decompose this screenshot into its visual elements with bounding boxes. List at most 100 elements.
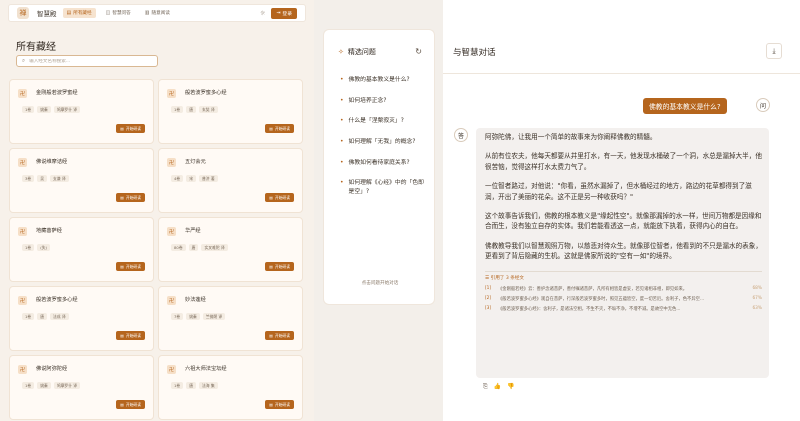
scripture-tag: 1卷 <box>22 244 35 251</box>
start-reading-button[interactable]: ▤ 开始研读 <box>265 400 294 409</box>
featured-questions-panel: ✧ 精选问题 ↻ • 佛教的基本教义是什么? • 如何培养正念? • 什么是「涅槃寂灭」?… <box>323 29 435 305</box>
search-input[interactable] <box>29 58 150 64</box>
book-open-icon: ▤ <box>269 195 273 200</box>
scripture-tag: 姚秦 <box>37 382 51 389</box>
tab-label: 所有藏经 <box>73 11 92 16</box>
scripture-tag: 实叉难陀 译 <box>201 244 228 251</box>
question-text: 佛教的基本教义是什么? <box>348 77 410 83</box>
brand-name[interactable]: 智慧殿 <box>37 8 57 18</box>
question-text: 如何理解《心经》中的「色即是空」? <box>348 180 424 195</box>
scripture-icon: 卍 <box>167 365 176 374</box>
scripture-card[interactable]: 卍 地藏菩萨经 1卷 (失) ▤ 开始研读 <box>9 217 154 282</box>
scripture-card[interactable]: 卍 金刚般若波罗蜜经 1卷 姚秦 鸠摩罗什 译 ▤ 开始研读 <box>9 79 154 144</box>
start-reading-label: 开始研读 <box>125 125 141 131</box>
citations-toggle[interactable]: ☰ 引用了 3 条经文 <box>485 275 762 281</box>
scripture-card[interactable]: 卍 妙法莲经 7卷 姚秦 竺佛朔 译 ▤ 开始研读 <box>158 286 303 351</box>
sparkle-icon: ✧ <box>338 48 344 56</box>
citation-row[interactable]: [1] 《金刚般若经》云：善护念诸菩萨，善付嘱诸菩萨，凡所有相皆是虚妄，若见诸相… <box>485 286 762 292</box>
citation-index: [3] <box>485 306 492 312</box>
book-open-icon: ▤ <box>269 402 273 407</box>
search-icon: ⌕ <box>22 57 26 64</box>
answer-paragraph: 一位智者路过，对他说："你看，虽然水漏掉了，但水桶经过的地方，路边的花草都得到了… <box>485 182 752 201</box>
citation-row[interactable]: [2] 《般若波罗蜜多心经》观自在菩萨，行深般若波罗蜜多时，照见五蕴皆空，度一切… <box>485 296 762 302</box>
download-button[interactable]: ⤓ <box>766 43 782 59</box>
scripture-tag: 1卷 <box>171 382 184 389</box>
scripture-tag: 法海 集 <box>199 382 218 389</box>
divider <box>443 73 800 74</box>
scripture-card[interactable]: 卍 佛说阿弥陀经 1卷 姚秦 鸠摩罗什 译 ▤ 开始研读 <box>9 355 154 420</box>
start-reading-button[interactable]: ▤ 开始研读 <box>265 262 294 271</box>
tab-wisdom-qa[interactable]: ◫ 智慧问答 <box>102 8 135 18</box>
scripture-tag: 3卷 <box>22 175 35 182</box>
start-reading-button[interactable]: ▤ 开始研读 <box>116 331 145 340</box>
start-reading-button[interactable]: ▤ 开始研读 <box>116 262 145 271</box>
scripture-name: 金刚般若波罗蜜经 <box>36 90 78 96</box>
tab-label: 智慧问答 <box>112 11 131 16</box>
scripture-tags: 80卷唐实叉难陀 译 <box>171 244 228 251</box>
tab-all-scriptures[interactable]: ▤ 所有藏经 <box>62 8 96 18</box>
chat-panel: 与智慧对话 ⤓ 佛教的基本教义是什么? 问 答 阿弥陀佛，让我用一个简单的故事来… <box>443 0 800 421</box>
theme-toggle-icon[interactable]: ☼ <box>260 10 265 17</box>
start-reading-button[interactable]: ▤ 开始研读 <box>265 124 294 133</box>
start-reading-label: 开始研读 <box>274 401 290 407</box>
question-item[interactable]: • 如何培养正念? <box>340 97 428 106</box>
start-reading-label: 开始研读 <box>274 332 290 338</box>
question-item[interactable]: • 如何理解「无我」的概念? <box>340 138 428 147</box>
top-nav: 禅 智慧殿 ▤ 所有藏经 ◫ 智慧问答 ▥ 随意阅读 ☼ ⇥ 登录 <box>8 4 306 22</box>
thumbs-up-icon[interactable]: 👍 <box>494 383 501 391</box>
scripture-card[interactable]: 卍 般若波罗蜜多心经 1卷唐法成 译 ▤ 开始研读 <box>9 286 154 351</box>
scripture-tags: 1卷 姚秦 鸠摩罗什 译 <box>22 106 81 113</box>
question-item[interactable]: • 佛教的基本教义是什么? <box>340 76 428 85</box>
bullet-icon: • <box>340 179 344 187</box>
scripture-icon: 卍 <box>167 89 176 98</box>
chat-title: 与智慧对话 <box>453 48 496 58</box>
scripture-tag: 普济 著 <box>199 175 218 182</box>
scripture-card[interactable]: 卍 华严经 80卷唐实叉难陀 译 ▤ 开始研读 <box>158 217 303 282</box>
scripture-tag: 鸠摩罗什 译 <box>53 382 81 389</box>
scripture-card[interactable]: 卍 五灯会元 4卷宋普济 著 ▤ 开始研读 <box>158 148 303 213</box>
answer-paragraph: 从前有位农夫，他每天都要从井里打水，有一天，他发现水桶破了一个洞，水总是漏掉大半… <box>485 152 762 171</box>
scripture-tag: 80卷 <box>171 244 186 251</box>
citation-text: 《金刚般若经》云：善护念诸菩萨，善付嘱诸菩萨，凡所有相皆是虚妄，若见诸相非相，即… <box>498 286 688 292</box>
library-panel: 禅 智慧殿 ▤ 所有藏经 ◫ 智慧问答 ▥ 随意阅读 ☼ ⇥ 登录 所有藏经 ⌕… <box>0 0 314 421</box>
copy-icon[interactable]: ⎘ <box>483 383 488 391</box>
start-reading-label: 开始研读 <box>125 401 141 407</box>
scripture-tag: 1卷 <box>22 382 35 389</box>
citation-row[interactable]: [3] 《般若波罗蜜多心经》：舍利子，是诸法空相，不生不灭，不垢不净，不增不减。… <box>485 306 762 312</box>
start-reading-button[interactable]: ▤ 开始研读 <box>116 193 145 202</box>
start-reading-button[interactable]: ▤ 开始研读 <box>265 331 294 340</box>
questions-header: ✧ 精选问题 <box>338 47 376 57</box>
scripture-tags: 1卷唐法成 译 <box>22 313 69 320</box>
book-open-icon: ▤ <box>120 402 124 407</box>
scripture-tag: 唐 <box>188 244 199 251</box>
answer-paragraph: 阿弥陀佛，让我用一个简单的故事来为你阐释佛教的精髓。 <box>485 133 657 141</box>
tab-reading[interactable]: ▥ 随意阅读 <box>141 8 174 18</box>
citation-index: [2] <box>485 296 492 302</box>
question-text: 如何培养正念? <box>348 97 387 104</box>
refresh-icon[interactable]: ↻ <box>415 47 422 56</box>
start-reading-button[interactable]: ▤ 开始研读 <box>265 193 294 202</box>
question-item[interactable]: • 什么是「涅槃寂灭」? <box>340 117 428 126</box>
start-reading-button[interactable]: ▤ 开始研读 <box>116 400 145 409</box>
login-button[interactable]: ⇥ 登录 <box>271 7 297 19</box>
scripture-card[interactable]: 卍 六祖大师法宝坛经 1卷唐法海 集 ▤ 开始研读 <box>158 355 303 420</box>
scripture-tag: (失) <box>37 244 50 251</box>
message-actions: ⎘ 👍 👎 <box>483 383 515 391</box>
question-text: 什么是「涅槃寂灭」? <box>348 118 404 125</box>
scripture-tags: 1卷唐玄奘 译 <box>171 106 218 113</box>
citations-title: 引用了 3 条经文 <box>490 275 525 281</box>
brand-logo-icon: 禅 <box>17 7 29 19</box>
question-item[interactable]: • 佛教如何看待家庭关系? <box>340 159 428 168</box>
scripture-name: 五灯会元 <box>185 159 206 165</box>
scripture-name: 华严经 <box>185 228 201 234</box>
book-open-icon: ▤ <box>269 264 273 269</box>
start-reading-button[interactable]: ▤ 开始研读 <box>116 124 145 133</box>
scripture-tag: 宋 <box>186 175 197 182</box>
question-item[interactable]: • 如何理解《心经》中的「色即是空」? <box>340 179 428 196</box>
scripture-tags: 1卷唐法海 集 <box>171 382 218 389</box>
citation-index: [1] <box>485 286 492 292</box>
scripture-tag: 支谦 译 <box>50 175 69 182</box>
thumbs-down-icon[interactable]: 👎 <box>507 383 514 391</box>
scripture-card[interactable]: 卍 般若波罗蜜多心经 1卷唐玄奘 译 ▤ 开始研读 <box>158 79 303 144</box>
scripture-card[interactable]: 卍 佛说维摩诘经 3卷吴支谦 译 ▤ 开始研读 <box>9 148 154 213</box>
